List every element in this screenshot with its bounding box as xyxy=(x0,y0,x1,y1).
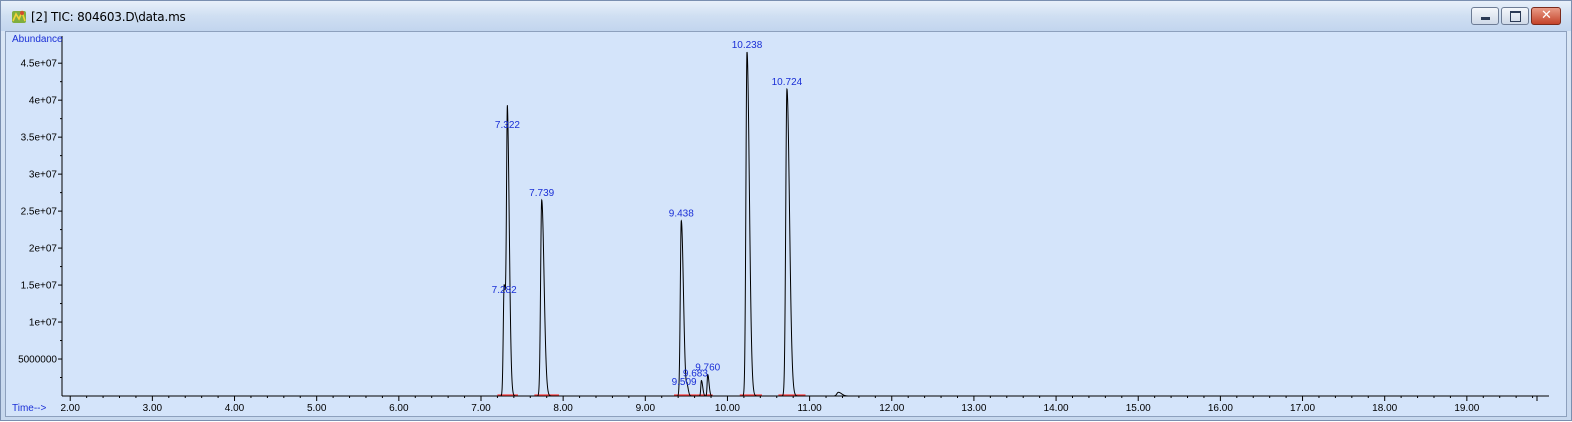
y-tick-label: 4e+07 xyxy=(29,96,58,107)
x-tick-label: 7.00 xyxy=(471,403,491,414)
peak-label: 9.760 xyxy=(695,363,720,374)
y-tick-label: 3e+07 xyxy=(29,170,58,181)
y-tick-label: 2e+07 xyxy=(29,244,58,255)
x-tick-label: 12.00 xyxy=(879,403,904,414)
x-tick-label: 16.00 xyxy=(1208,403,1233,414)
y-tick-label: 1e+07 xyxy=(29,318,58,329)
y-axis-label: Abundance xyxy=(12,34,63,45)
tic-trace xyxy=(480,51,876,397)
x-tick-label: 3.00 xyxy=(143,403,163,414)
x-tick-label: 15.00 xyxy=(1126,403,1151,414)
x-tick-label: 8.00 xyxy=(553,403,573,414)
x-tick-label: 11.00 xyxy=(797,403,822,414)
x-tick-label: 9.00 xyxy=(636,403,656,414)
peak-label: 9.438 xyxy=(669,209,694,220)
y-tick-label: 2.5e+07 xyxy=(21,207,58,218)
peak-label: 7.322 xyxy=(495,120,520,131)
x-tick-label: 18.00 xyxy=(1372,403,1397,414)
peak-label: 10.238 xyxy=(732,40,763,51)
x-tick-label: 4.00 xyxy=(225,403,245,414)
x-axis-label: Time--> xyxy=(12,403,47,414)
x-tick-label: 2.00 xyxy=(60,403,80,414)
x-tick-label: 13.00 xyxy=(961,403,986,414)
x-tick-label: 17.00 xyxy=(1290,403,1315,414)
chromatogram-window: [2] TIC: 804603.D\data.ms ✕ 2.00 3.00 4.00… xyxy=(0,0,1572,421)
peak-label: 7.739 xyxy=(529,188,554,199)
peak-label: 7.282 xyxy=(492,285,517,296)
chromatogram-chart: 2.00 3.00 4.00 5.00 6.00 7.00 8.00 9.00 10.00 11.… xyxy=(12,34,1549,414)
peak-labels-group: 7.2827.3227.7399.4389.5099.6839.76010.23… xyxy=(492,40,803,388)
y-tick-label: 1.5e+07 xyxy=(21,281,58,292)
axes-group: 2.00 3.00 4.00 5.00 6.00 7.00 8.00 9.00 10.00 11.… xyxy=(18,36,1549,414)
x-tick-label: 14.00 xyxy=(1044,403,1069,414)
x-tick-label: 10.00 xyxy=(715,403,740,414)
y-tick-label: 5000000 xyxy=(18,355,57,366)
peak-label: 10.724 xyxy=(772,77,803,88)
y-tick-label: 3.5e+07 xyxy=(21,133,58,144)
x-tick-label: 6.00 xyxy=(389,403,409,414)
y-tick-label: 4.5e+07 xyxy=(21,59,58,70)
x-tick-label: 5.00 xyxy=(307,403,327,414)
x-tick-label: 19.00 xyxy=(1454,403,1479,414)
